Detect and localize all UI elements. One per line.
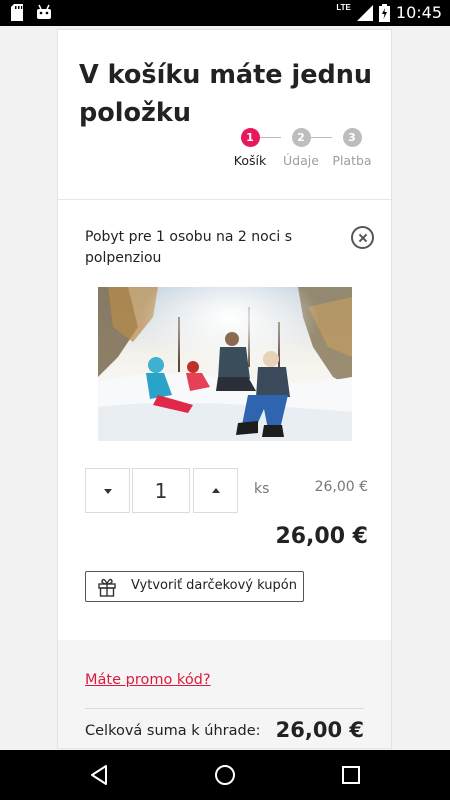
step-cart[interactable]: 1 Košík bbox=[225, 128, 275, 168]
recent-apps-icon[interactable] bbox=[339, 763, 363, 787]
quantity-increase-button[interactable] bbox=[193, 468, 238, 513]
navigation-bar bbox=[0, 750, 450, 800]
unit-price: 26,00 € bbox=[314, 479, 368, 495]
total-value: 26,00 € bbox=[275, 718, 364, 742]
android-icon bbox=[37, 4, 51, 19]
battery-icon bbox=[378, 3, 390, 22]
step-number: 2 bbox=[291, 128, 311, 147]
step-label: Údaje bbox=[283, 153, 319, 168]
total-label: Celková suma k úhrade: bbox=[85, 723, 261, 739]
sd-card-icon bbox=[11, 4, 23, 21]
quantity-decrease-button[interactable] bbox=[85, 468, 130, 513]
create-gift-voucher-button[interactable]: Vytvoriť darčekový kupón bbox=[85, 571, 304, 602]
clock: 10:45 bbox=[395, 3, 442, 22]
gift-icon bbox=[98, 578, 116, 597]
order-summary: Máte promo kód? Celková suma k úhrade: 2… bbox=[58, 640, 391, 748]
network-type: LTE bbox=[336, 3, 351, 12]
gift-button-label: Vytvoriť darčekový kupón bbox=[131, 578, 297, 593]
remove-item-button[interactable] bbox=[351, 226, 374, 249]
step-number: 1 bbox=[240, 128, 260, 147]
divider bbox=[85, 708, 364, 709]
item-name: Pobyt pre 1 osobu na 2 noci s polpenziou bbox=[85, 229, 293, 266]
item-total-price: 26,00 € bbox=[275, 524, 368, 549]
chevron-up-icon bbox=[212, 488, 220, 493]
page-title: V košíku máte jednu položku bbox=[79, 60, 373, 128]
home-icon[interactable] bbox=[213, 763, 237, 787]
step-payment[interactable]: 3 Platba bbox=[327, 128, 377, 168]
step-label: Platba bbox=[332, 153, 372, 168]
product-image bbox=[98, 287, 352, 441]
step-details[interactable]: 2 Údaje bbox=[276, 128, 326, 168]
quantity-unit: ks bbox=[254, 481, 270, 497]
step-number: 3 bbox=[342, 128, 362, 147]
status-bar: LTE 10:45 bbox=[0, 0, 450, 26]
back-icon[interactable] bbox=[87, 763, 111, 787]
cart-header: V košíku máte jednu položku 1 Košík 2 Úd… bbox=[58, 30, 391, 200]
step-label: Košík bbox=[233, 153, 267, 168]
quantity-input[interactable] bbox=[132, 468, 190, 513]
checkout-stepper: 1 Košík 2 Údaje 3 Platba bbox=[225, 128, 372, 172]
promo-code-link[interactable]: Máte promo kód? bbox=[85, 672, 211, 688]
cart-card: V košíku máte jednu položku 1 Košík 2 Úd… bbox=[57, 29, 392, 749]
signal-icon bbox=[356, 4, 373, 21]
chevron-down-icon bbox=[104, 489, 112, 494]
